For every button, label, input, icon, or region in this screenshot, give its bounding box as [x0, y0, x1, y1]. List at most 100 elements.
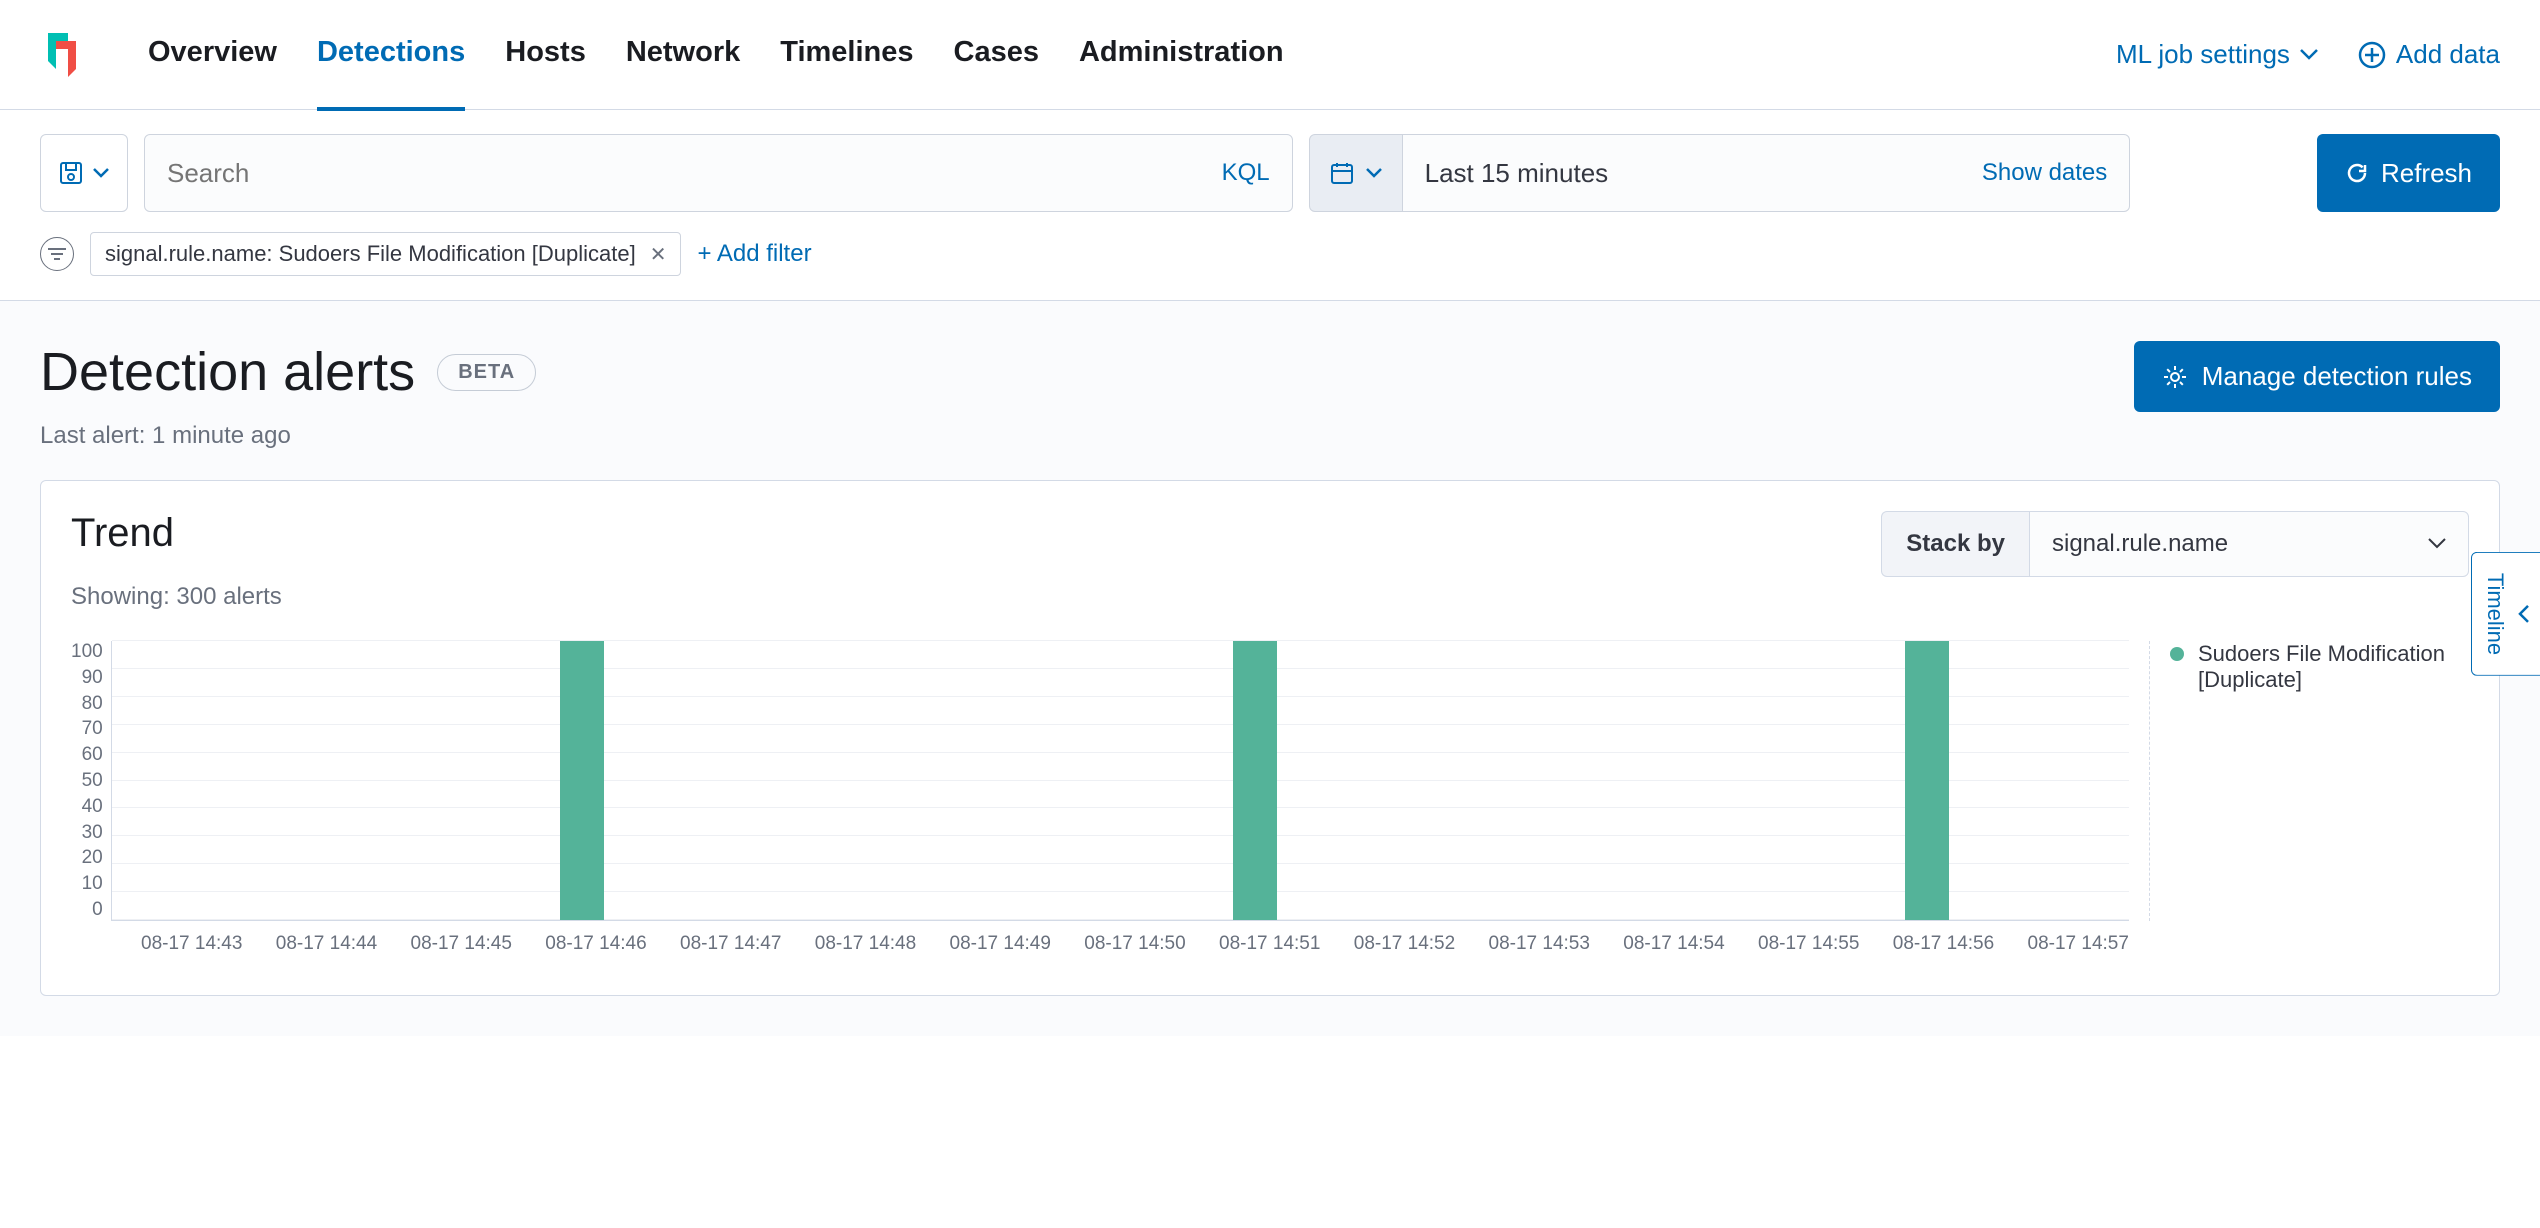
x-tick: 08-17 14:49 [950, 933, 1051, 955]
x-tick: 08-17 14:53 [1489, 933, 1590, 955]
bar[interactable] [560, 641, 604, 920]
y-tick: 10 [82, 873, 103, 895]
x-axis: 08-17 14:43 08-17 14:44 08-17 14:45 08-17 1… [71, 921, 2129, 955]
stack-by-control: Stack by signal.rule.name [1881, 511, 2469, 577]
search-input[interactable] [167, 158, 1222, 189]
date-range-display[interactable]: Last 15 minutes Show dates [1403, 134, 2131, 212]
app-header: Overview Detections Hosts Network Timelines C… [0, 0, 2540, 110]
y-tick: 70 [82, 718, 103, 740]
nav-item-administration[interactable]: Administration [1079, 0, 1284, 111]
bar[interactable] [1233, 641, 1277, 920]
y-tick: 0 [92, 899, 103, 921]
date-picker-button[interactable] [1309, 134, 1403, 212]
gridline [112, 780, 2129, 781]
add-filter-link[interactable]: + Add filter [697, 240, 811, 268]
manage-rules-label: Manage detection rules [2202, 361, 2472, 392]
page-title: Detection alerts [40, 341, 415, 403]
nav-item-cases[interactable]: Cases [954, 0, 1039, 111]
nav-item-hosts[interactable]: Hosts [505, 0, 586, 111]
nav-item-detections[interactable]: Detections [317, 0, 465, 111]
y-tick: 50 [82, 770, 103, 792]
plot-area [111, 641, 2129, 921]
gridline [112, 807, 2129, 808]
plus-circle-icon [2358, 41, 2386, 69]
logo [40, 31, 88, 79]
gridline [112, 835, 2129, 836]
chevron-left-icon [2516, 604, 2530, 624]
stack-by-label: Stack by [1881, 511, 2029, 577]
filter-bar: signal.rule.name: Sudoers File Modificat… [0, 224, 2540, 301]
x-tick: 08-17 14:57 [2028, 933, 2129, 955]
chevron-down-icon [2300, 49, 2318, 61]
legend-label: Sudoers File Modification [Duplicate] [2198, 641, 2469, 693]
refresh-button[interactable]: Refresh [2317, 134, 2500, 212]
close-icon[interactable]: ✕ [650, 242, 667, 267]
gridline [112, 891, 2129, 892]
refresh-icon [2345, 161, 2369, 185]
gridline [112, 752, 2129, 753]
nav-item-network[interactable]: Network [626, 0, 740, 111]
gridline [112, 696, 2129, 697]
filter-options-button[interactable] [40, 237, 74, 271]
main-content: Detection alerts BETA Manage detection r… [0, 301, 2540, 1036]
calendar-icon [1330, 161, 1354, 185]
x-tick: 08-17 14:48 [815, 933, 916, 955]
y-tick: 90 [82, 667, 103, 689]
gridline [112, 724, 2129, 725]
x-tick: 08-17 14:55 [1758, 933, 1859, 955]
stack-by-select[interactable]: signal.rule.name [2029, 511, 2469, 577]
add-data-label: Add data [2396, 39, 2500, 70]
x-tick: 08-17 14:47 [680, 933, 781, 955]
y-tick: 30 [82, 822, 103, 844]
chevron-down-icon [93, 168, 109, 178]
main-nav: Overview Detections Hosts Network Timelines C… [148, 0, 2116, 111]
chevron-down-icon [1366, 168, 1382, 178]
panel-title: Trend [71, 511, 174, 556]
filter-pill[interactable]: signal.rule.name: Sudoers File Modificat… [90, 232, 681, 276]
ml-job-settings-label: ML job settings [2116, 39, 2290, 70]
y-tick: 80 [82, 693, 103, 715]
y-tick: 20 [82, 847, 103, 869]
show-dates-link[interactable]: Show dates [1982, 159, 2107, 187]
x-tick: 08-17 14:56 [1893, 933, 1994, 955]
gridline [112, 919, 2129, 920]
x-tick: 08-17 14:44 [276, 933, 377, 955]
x-tick: 08-17 14:45 [411, 933, 512, 955]
nav-item-overview[interactable]: Overview [148, 0, 277, 111]
legend-dot [2170, 647, 2184, 661]
kql-toggle[interactable]: KQL [1222, 159, 1270, 187]
y-tick: 60 [82, 744, 103, 766]
y-axis: 1009080706050403020100 [71, 641, 103, 921]
filter-pill-text: signal.rule.name: Sudoers File Modificat… [105, 241, 636, 267]
gridline [112, 863, 2129, 864]
last-alert-text: Last alert: 1 minute ago [40, 422, 2500, 450]
bar[interactable] [1905, 641, 1949, 920]
save-icon [59, 161, 83, 185]
gridline [112, 640, 2129, 641]
x-tick: 08-17 14:52 [1354, 933, 1455, 955]
gear-icon [2162, 364, 2188, 390]
search-input-wrapper: KQL [144, 134, 1293, 212]
query-bar: KQL Last 15 minutes Show dates Refresh [0, 110, 2540, 224]
gridline [112, 668, 2129, 669]
x-tick: 08-17 14:51 [1219, 933, 1320, 955]
x-tick: 08-17 14:54 [1623, 933, 1724, 955]
date-range-text: Last 15 minutes [1425, 158, 1609, 189]
beta-badge: BETA [437, 354, 536, 391]
timeline-label: Timeline [2482, 573, 2508, 655]
chart: 1009080706050403020100 Sudoers File Modi… [71, 641, 2469, 921]
filter-icon [48, 247, 66, 261]
manage-detection-rules-button[interactable]: Manage detection rules [2134, 341, 2500, 412]
nav-item-timelines[interactable]: Timelines [780, 0, 913, 111]
timeline-flyout-toggle[interactable]: Timeline [2471, 552, 2540, 676]
chart-legend[interactable]: Sudoers File Modification [Duplicate] [2149, 641, 2469, 921]
add-data-button[interactable]: Add data [2358, 39, 2500, 70]
x-tick: 08-17 14:46 [545, 933, 646, 955]
showing-count: Showing: 300 alerts [71, 583, 2469, 611]
saved-query-button[interactable] [40, 134, 128, 212]
ml-job-settings-dropdown[interactable]: ML job settings [2116, 39, 2318, 70]
x-tick: 08-17 14:43 [141, 933, 242, 955]
trend-panel: Trend Stack by signal.rule.name Showing:… [40, 480, 2500, 996]
stack-by-value: signal.rule.name [2052, 530, 2228, 558]
y-tick: 40 [82, 796, 103, 818]
